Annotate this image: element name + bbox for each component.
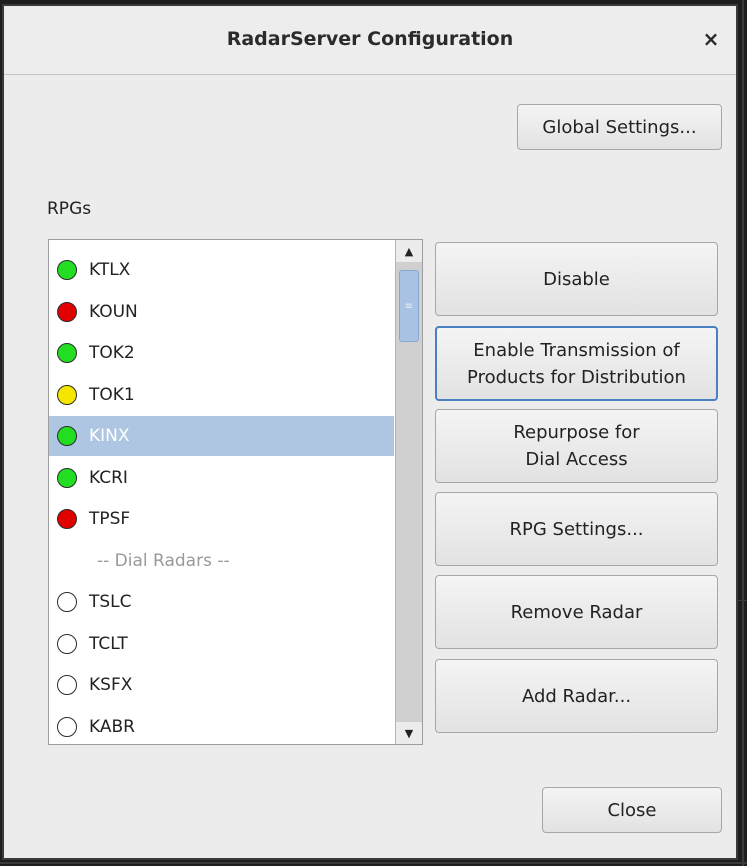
disable-button[interactable]: Disable	[435, 242, 718, 316]
status-circle-empty-icon	[57, 592, 77, 612]
status-dot-icon	[57, 384, 77, 405]
global-settings-button[interactable]: Global Settings...	[517, 104, 722, 150]
scroll-down-icon[interactable]: ▼	[396, 722, 422, 744]
repurpose-label: Repurpose for Dial Access	[513, 422, 640, 470]
rpg-list-item[interactable]: KINX	[49, 416, 394, 456]
rpg-settings-label: RPG Settings...	[509, 518, 644, 540]
title-bar: RadarServer Configuration ×	[4, 6, 736, 75]
rpg-list-item[interactable]: KTLX	[49, 250, 394, 290]
background-line	[742, 0, 744, 866]
rpg-list-item[interactable]: TPSF	[49, 499, 394, 539]
status-dot-icon	[57, 260, 77, 280]
rpg-list-item[interactable]: TOK2	[49, 333, 394, 373]
close-icon[interactable]: ×	[700, 28, 722, 50]
rpg-list-item[interactable]: KSFX	[49, 665, 394, 705]
status-dot-icon	[57, 509, 77, 529]
rpg-name: KSFX	[89, 675, 133, 695]
scroll-thumb[interactable]: ≡	[399, 270, 419, 342]
rpg-name: TOK2	[89, 343, 135, 363]
radarserver-config-dialog: RadarServer Configuration × Global Setti…	[2, 4, 738, 860]
rpg-name: TCLT	[89, 633, 128, 654]
status-circle-empty-icon	[57, 633, 77, 654]
status-circle-empty-icon	[57, 716, 77, 737]
status-dot-icon	[57, 301, 77, 322]
repurpose-button[interactable]: Repurpose for Dial Access	[435, 409, 718, 483]
dialog-title: RadarServer Configuration	[226, 28, 514, 50]
background-line	[0, 862, 747, 864]
rpg-list-item[interactable]: TCLT	[49, 624, 394, 664]
list-scrollbar[interactable]: ▲ ≡ ▼	[395, 240, 422, 744]
scroll-up-icon[interactable]: ▲	[396, 240, 422, 262]
rpg-name: TOK1	[89, 384, 135, 405]
status-circle-empty-icon	[57, 675, 77, 695]
remove-radar-button[interactable]: Remove Radar	[435, 575, 718, 649]
rpg-name: KTLX	[89, 260, 131, 280]
rpg-name: KABR	[89, 716, 135, 737]
add-radar-button[interactable]: Add Radar...	[435, 659, 718, 733]
enable-transmission-label: Enable Transmission of Products for Dist…	[467, 339, 686, 388]
rpg-name: TSLC	[89, 592, 132, 612]
rpg-settings-button[interactable]: RPG Settings...	[435, 492, 718, 566]
add-radar-label: Add Radar...	[521, 685, 632, 707]
close-label: Close	[607, 799, 657, 821]
disable-label: Disable	[543, 268, 610, 290]
remove-radar-label: Remove Radar	[510, 601, 643, 623]
rpg-list-item[interactable]: KOUN	[49, 292, 394, 332]
rpg-name: KINX	[89, 426, 130, 446]
rpg-name: TPSF	[89, 509, 131, 529]
rpg-list-item[interactable]: KABR	[49, 707, 394, 745]
grip-icon: ≡	[404, 300, 414, 312]
separator-label: -- Dial Radars --	[97, 550, 230, 571]
dial-radars-separator: -- Dial Radars --	[49, 541, 394, 581]
rpg-name: KOUN	[89, 301, 138, 322]
close-button[interactable]: Close	[542, 787, 722, 833]
rpg-list-item[interactable]: KCRI	[49, 458, 394, 498]
rpg-list-item[interactable]: TOK1	[49, 375, 394, 415]
background-line	[738, 600, 747, 601]
rpgs-label: RPGs	[47, 199, 92, 219]
rpg-list-item[interactable]: TSLC	[49, 582, 394, 622]
status-dot-icon	[57, 467, 77, 488]
status-dot-icon	[57, 426, 77, 446]
rpg-list[interactable]: KTLX KOUN TOK2 TOK1 KINX KCRI TPSF -- Dial Rada…	[48, 239, 423, 745]
enable-transmission-button[interactable]: Enable Transmission of Products for Dist…	[435, 326, 718, 401]
status-dot-icon	[57, 343, 77, 363]
global-settings-label: Global Settings...	[542, 116, 697, 138]
rpg-name: KCRI	[89, 467, 128, 488]
